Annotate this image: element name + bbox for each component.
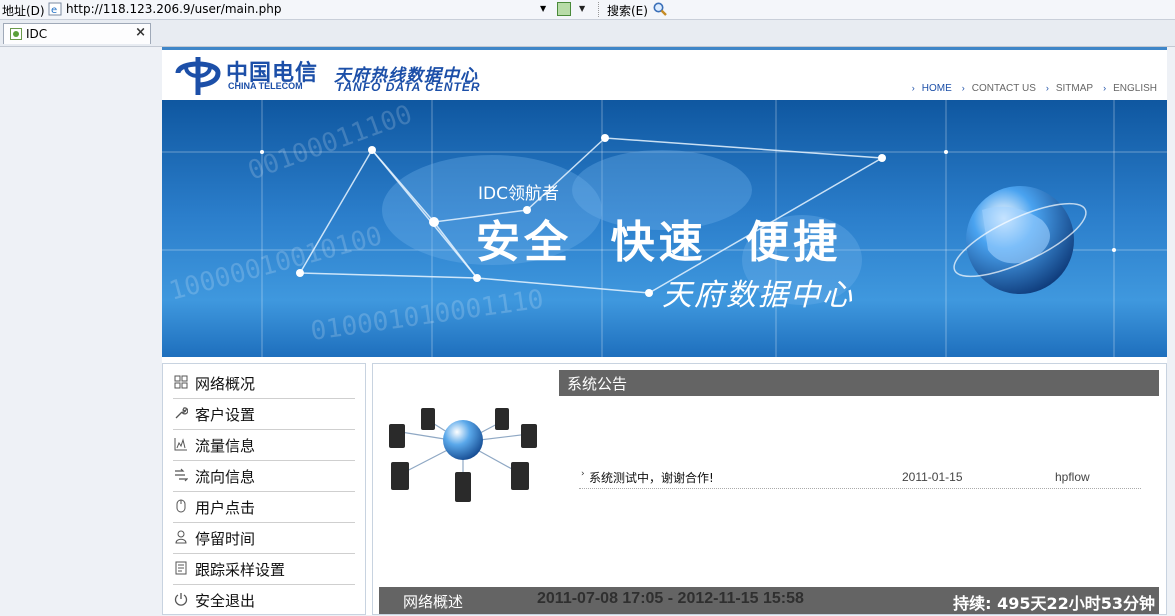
tab-strip: IDC × <box>0 20 1175 47</box>
sidebar-item-network-overview[interactable]: 网络概况 <box>173 368 355 399</box>
row-arrow-icon: › <box>581 469 585 479</box>
sidebar-item-label: 安全退出 <box>195 592 256 610</box>
sidebar-item-tracking-settings[interactable]: 跟踪采样设置 <box>173 554 355 585</box>
search-label[interactable]: 搜索(E) <box>607 2 648 19</box>
go-icon[interactable] <box>557 2 571 16</box>
nav-english-label: ENGLISH <box>1113 83 1157 94</box>
nav-sitemap-label: SITMAP <box>1055 83 1094 94</box>
nav-sitemap[interactable]: › SITMAP <box>1044 83 1093 94</box>
network-overview-bar: 网络概述 2011-07-08 17:05 - 2012-11-15 15:58… <box>379 587 1159 614</box>
china-telecom-logo-icon <box>175 57 221 95</box>
url-input[interactable] <box>66 1 550 17</box>
page-icon <box>10 28 22 40</box>
nav-english[interactable]: › ENGLISH <box>1101 83 1157 94</box>
grid-icon <box>174 375 188 389</box>
nav-bullet-icon: › <box>1045 83 1049 93</box>
sidebar-item-label: 用户点击 <box>195 499 256 517</box>
toolbar-separator <box>598 2 600 17</box>
overview-label: 网络概述 <box>403 593 464 611</box>
top-stripe <box>162 47 1167 50</box>
nav-bullet-icon: › <box>961 83 965 93</box>
mouse-icon <box>176 499 186 513</box>
sidebar-item-stay-time[interactable]: 停留时间 <box>173 523 355 554</box>
svg-text:010001010001110: 010001010001110 <box>309 285 546 347</box>
server-network-illustration <box>389 408 537 502</box>
search-icon[interactable] <box>652 1 668 17</box>
go-dropdown-icon[interactable]: ▼ <box>579 4 585 13</box>
address-label: 地址(D) <box>2 4 45 18</box>
url-dropdown-icon[interactable]: ▼ <box>540 4 546 13</box>
sidebar-item-user-clicks[interactable]: 用户点击 <box>173 492 355 523</box>
site-container: 中国电信 CHINA TELECOM 天府热线数据中心 TANFO DATA C… <box>162 47 1167 615</box>
notice-date: 2011-01-15 <box>902 470 963 484</box>
sidebar-item-label: 网络概况 <box>195 375 256 393</box>
sidebar-item-flow-info[interactable]: 流向信息 <box>173 461 355 492</box>
close-icon[interactable]: × <box>135 25 146 40</box>
notice-header: 系统公告 <box>559 370 1159 396</box>
overview-date-range: 2011-07-08 17:05 - 2012-11-15 15:58 <box>537 590 804 607</box>
nav-contact[interactable]: › CONTACT US <box>960 83 1036 94</box>
banner-headline: 安全 快速 便捷 <box>476 217 842 268</box>
person-icon <box>175 530 187 544</box>
svg-text:e: e <box>51 5 57 16</box>
nav-contact-label: CONTACT US <box>971 83 1036 94</box>
notice-title: 系统公告 <box>567 375 628 393</box>
notice-row[interactable]: › 系统测试中，谢谢合作! 2011-01-15 hpflow <box>579 466 1141 489</box>
banner-subtitle: 天府数据中心 <box>662 278 854 313</box>
document-icon <box>175 561 187 575</box>
sidebar-item-logout[interactable]: 安全退出 <box>173 585 355 616</box>
sidebar-item-label: 停留时间 <box>195 530 256 548</box>
nav-bullet-icon: › <box>1103 83 1107 93</box>
center-name-english: TANFO DATA CENTER <box>336 80 481 94</box>
nav-bullet-icon: › <box>911 83 915 93</box>
notice-text: 系统测试中，谢谢合作! <box>589 471 714 485</box>
sidebar-item-label: 流向信息 <box>195 468 256 486</box>
tab-title: IDC <box>26 27 48 41</box>
power-icon <box>174 593 188 606</box>
page-icon: e <box>48 2 62 16</box>
sidebar-item-label: 跟踪采样设置 <box>195 561 286 579</box>
tab-idc[interactable]: IDC × <box>3 23 151 44</box>
nav-home-label: HOME <box>921 83 952 94</box>
address-bar: 地址(D) e ▼ ▼ 搜索(E) <box>0 0 1175 20</box>
top-nav: › HOME › CONTACT US › SITMAP › ENGLISH <box>902 83 1157 94</box>
flow-icon <box>175 468 188 482</box>
sidebar-item-label: 客户设置 <box>195 406 256 424</box>
main-content: 系统公告 › 系统测试中，谢谢合作! 2011-01-15 hpflow 网络概… <box>372 363 1167 615</box>
logo-english: CHINA TELECOM <box>228 81 303 91</box>
banner-tagline: IDC领航者 <box>478 184 559 204</box>
notice-author: hpflow <box>1055 470 1090 484</box>
sidebar-menu: 网络概况 客户设置 流量信息 流向信息 用户点击 停留时间 跟踪采样设置 安全退… <box>162 363 366 615</box>
overview-duration: 持续: 495天22小时53分钟 <box>953 594 1155 613</box>
hero-banner: 00100011100 10000010010100 0100010100011… <box>162 100 1167 357</box>
sidebar-item-traffic-info[interactable]: 流量信息 <box>173 430 355 461</box>
wrench-icon <box>175 407 188 419</box>
svg-text:10000010010100: 10000010010100 <box>166 221 385 307</box>
nav-home[interactable]: › HOME <box>910 83 952 94</box>
sidebar-item-label: 流量信息 <box>195 437 256 455</box>
sidebar-item-customer-settings[interactable]: 客户设置 <box>173 399 355 430</box>
chart-icon <box>174 438 187 451</box>
